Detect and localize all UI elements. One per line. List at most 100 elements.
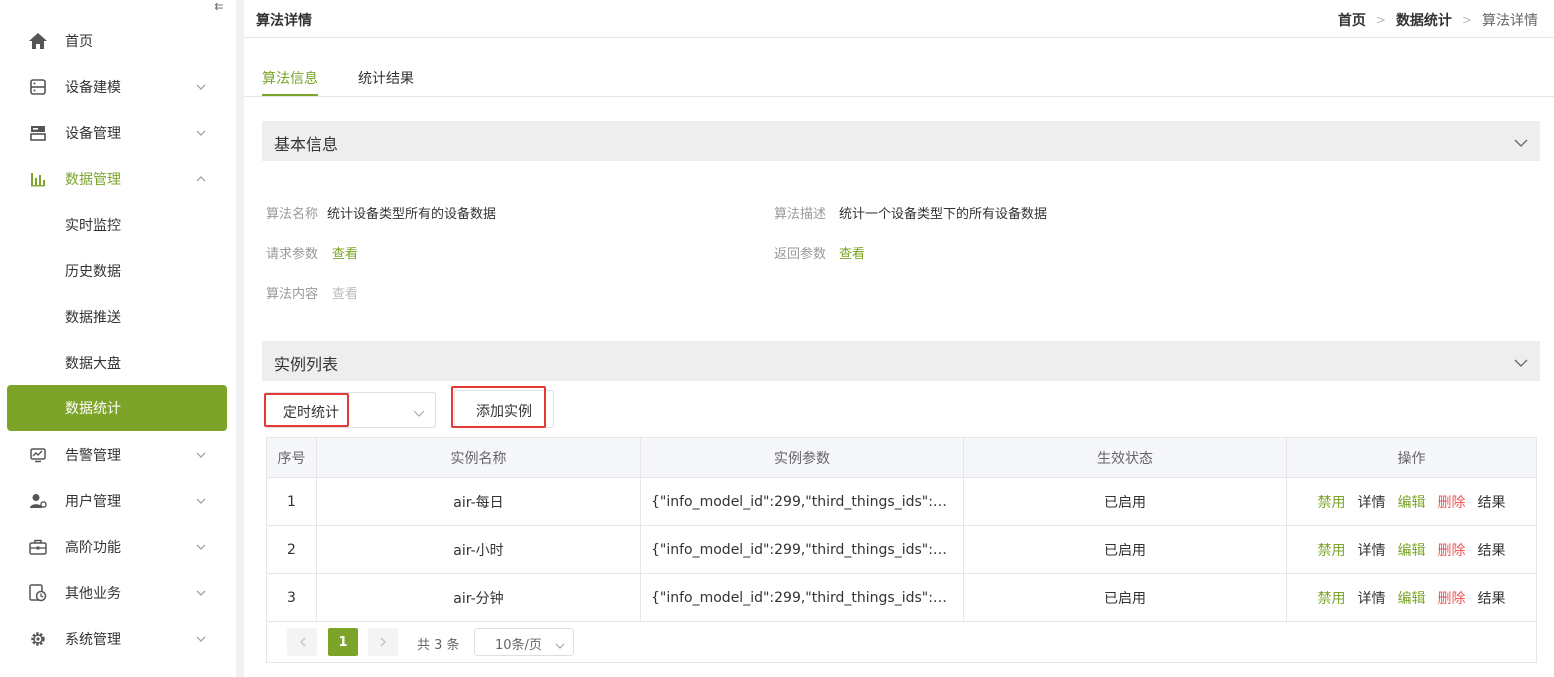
sidebar-item-system[interactable]: 系统管理 — [0, 616, 236, 662]
section-title: 实例列表 — [274, 355, 339, 374]
table-row: 2 air-小时 {"info_model_id":299,"third_thi… — [267, 526, 1536, 574]
sidebar-item-label: 首页 — [65, 34, 93, 50]
detail-link[interactable]: 详情 — [1358, 540, 1386, 560]
edit-link[interactable]: 编辑 — [1398, 540, 1426, 560]
sidebar-item-data-manage[interactable]: 数据管理 — [0, 156, 236, 202]
result-link[interactable]: 结果 — [1478, 492, 1506, 512]
select-value: 定时统计 — [283, 405, 339, 421]
detail-link[interactable]: 详情 — [1358, 588, 1386, 608]
delete-link[interactable]: 删除 — [1438, 492, 1466, 512]
algorithm-content-label: 算法内容 — [266, 287, 319, 302]
row-index: 3 — [267, 574, 317, 621]
delete-link[interactable]: 删除 — [1438, 540, 1466, 560]
sidebar-item-device-manage[interactable]: 设备管理 — [0, 110, 236, 156]
column-header: 序号 — [267, 438, 317, 477]
algorithm-desc-value: 统计一个设备类型下的所有设备数据 — [839, 207, 1048, 222]
instance-params-text: {"info_model_id":299,"third_things_ids":… — [651, 493, 953, 510]
sidebar-subitem-label: 数据推送 — [65, 310, 121, 326]
instance-params: {"info_model_id":299,"third_things_ids":… — [641, 526, 964, 573]
detail-link[interactable]: 详情 — [1358, 492, 1386, 512]
clock-doc-icon — [28, 583, 48, 603]
disable-link[interactable]: 禁用 — [1318, 492, 1346, 512]
table-header: 序号 实例名称 实例参数 生效状态 操作 — [267, 438, 1536, 478]
breadcrumb-separator-icon: > — [1375, 13, 1386, 27]
chevron-down-icon — [195, 449, 207, 461]
algorithm-desc-label: 算法描述 — [774, 207, 827, 222]
server-icon — [28, 123, 48, 143]
tab-algorithm-info[interactable]: 算法信息 — [262, 68, 318, 88]
home-icon — [28, 31, 48, 51]
chevron-right-icon — [380, 637, 386, 647]
sidebar-item-home[interactable]: 首页 — [0, 18, 236, 64]
breadcrumb: 首页 > 数据统计 > 算法详情 — [1338, 10, 1538, 30]
add-instance-button[interactable]: 添加实例 — [454, 390, 554, 428]
main-content: 算法详情 首页 > 数据统计 > 算法详情 算法信息 统计结果 基本信息 算法名… — [244, 0, 1554, 677]
breadcrumb-home[interactable]: 首页 — [1338, 10, 1366, 30]
sidebar-item-label: 设备管理 — [65, 126, 121, 142]
algorithm-name-label: 算法名称 — [266, 207, 319, 222]
instance-params: {"info_model_id":299,"third_things_ids":… — [641, 574, 964, 621]
sidebar-item-label: 用户管理 — [65, 494, 121, 510]
prev-page-button[interactable] — [287, 628, 317, 656]
algorithm-content-view-link[interactable]: 查看 — [332, 283, 358, 302]
sidebar-subitem-statistics[interactable]: 数据统计 — [7, 385, 227, 431]
chevron-down-icon — [195, 127, 207, 139]
sidebar-subitem-history[interactable]: 历史数据 — [0, 248, 236, 294]
basic-info-header[interactable]: 基本信息 — [262, 121, 1540, 161]
sidebar: ⇇ 首页 设备建模 设备管理 数据管理 实时监控 历史数据 数据推送 数据大盘 … — [0, 0, 236, 677]
instance-status: 已启用 — [964, 574, 1287, 621]
instance-list-header[interactable]: 实例列表 — [262, 341, 1540, 381]
user-settings-icon — [28, 491, 48, 511]
delete-link[interactable]: 删除 — [1438, 588, 1466, 608]
result-link[interactable]: 结果 — [1478, 540, 1506, 560]
page-number-button[interactable]: 1 — [328, 628, 358, 656]
chevron-down-icon — [1514, 135, 1528, 149]
table-row: 1 air-每日 {"info_model_id":299,"third_thi… — [267, 478, 1536, 526]
sidebar-item-label: 高阶功能 — [65, 540, 121, 556]
request-params-view-link[interactable]: 查看 — [332, 243, 358, 262]
sidebar-subitem-dashboard[interactable]: 数据大盘 — [0, 340, 236, 386]
disable-link[interactable]: 禁用 — [1318, 540, 1346, 560]
disable-link[interactable]: 禁用 — [1318, 588, 1346, 608]
chevron-down-icon — [195, 633, 207, 645]
page-header: 算法详情 首页 > 数据统计 > 算法详情 — [244, 0, 1554, 38]
active-tab-indicator — [262, 94, 318, 96]
breadcrumb-statistics[interactable]: 数据统计 — [1396, 10, 1452, 30]
page-size-select[interactable]: 10条/页 — [474, 628, 574, 656]
sidebar-item-device-model[interactable]: 设备建模 — [0, 64, 236, 110]
edit-link[interactable]: 编辑 — [1398, 588, 1426, 608]
instance-name: air-分钟 — [317, 574, 641, 621]
chevron-down-icon — [413, 405, 425, 417]
row-actions: 禁用 详情 编辑 删除 结果 — [1287, 574, 1536, 621]
algorithm-name-value: 统计设备类型所有的设备数据 — [327, 207, 497, 222]
instance-type-select[interactable]: 定时统计 — [264, 392, 436, 428]
next-page-button[interactable] — [368, 628, 398, 656]
sidebar-subitem-label: 数据统计 — [65, 401, 121, 417]
instance-params-text: {"info_model_id":299,"third_things_ids":… — [651, 589, 953, 606]
sidebar-item-alarm[interactable]: 告警管理 — [0, 432, 236, 478]
sidebar-item-user[interactable]: 用户管理 — [0, 478, 236, 524]
result-link[interactable]: 结果 — [1478, 588, 1506, 608]
sidebar-subitem-label: 历史数据 — [65, 264, 121, 280]
row-index: 1 — [267, 478, 317, 525]
chevron-down-icon — [195, 541, 207, 553]
sidebar-item-advanced[interactable]: 高阶功能 — [0, 524, 236, 570]
sidebar-subitem-realtime[interactable]: 实时监控 — [0, 202, 236, 248]
breadcrumb-current: 算法详情 — [1482, 13, 1538, 29]
chevron-down-icon — [195, 495, 207, 507]
total-count: 共 3 条 — [417, 638, 460, 653]
sidebar-subitem-label: 数据大盘 — [65, 356, 121, 372]
bar-chart-icon — [28, 169, 48, 189]
row-actions: 禁用 详情 编辑 删除 结果 — [1287, 526, 1536, 573]
tab-statistics-result[interactable]: 统计结果 — [358, 68, 414, 88]
collapse-sidebar-icon[interactable]: ⇇ — [212, 0, 226, 14]
sidebar-item-label: 告警管理 — [65, 448, 121, 464]
instance-params: {"info_model_id":299,"third_things_ids":… — [641, 478, 964, 525]
sidebar-item-other[interactable]: 其他业务 — [0, 570, 236, 616]
instance-status: 已启用 — [964, 478, 1287, 525]
sidebar-subitem-push[interactable]: 数据推送 — [0, 294, 236, 340]
edit-link[interactable]: 编辑 — [1398, 492, 1426, 512]
return-params-view-link[interactable]: 查看 — [839, 243, 865, 262]
chevron-down-icon — [195, 587, 207, 599]
request-params-label: 请求参数 — [266, 247, 319, 262]
